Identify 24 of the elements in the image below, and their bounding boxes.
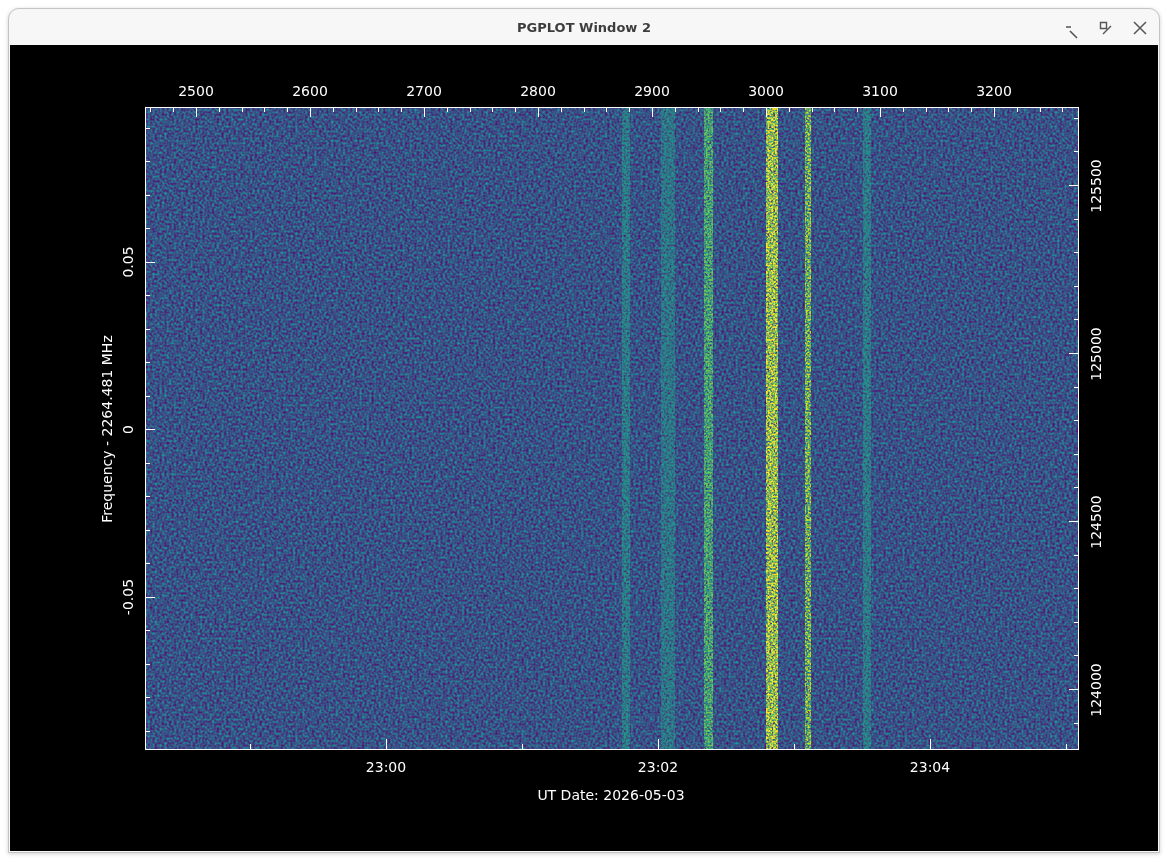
- axis-tick-label: 125500: [1088, 159, 1104, 213]
- axis-tick-label: 125000: [1088, 327, 1104, 381]
- axis-tick-label: 3100: [862, 83, 898, 99]
- axis-tick-label: 2600: [292, 83, 328, 99]
- axis-tick-label: -0.05: [120, 578, 136, 616]
- axis-tick-label: 0: [120, 425, 136, 434]
- axis-tick-label: 23:00: [365, 759, 407, 775]
- window-title: PGPLOT Window 2: [517, 19, 651, 35]
- maximize-icon: [1099, 21, 1113, 35]
- axis-tick-label: 124500: [1088, 495, 1104, 549]
- axis-tick-label: 2500: [178, 83, 214, 99]
- axis-tick-label: 2700: [406, 83, 442, 99]
- axis-tick-label: 0.05: [120, 246, 136, 278]
- close-icon: [1133, 21, 1147, 35]
- axis-tick-label: 124000: [1088, 663, 1104, 717]
- axis-tick-label: 3200: [976, 83, 1012, 99]
- axis-title: UT Date: 2026-05-03: [537, 787, 685, 803]
- axis-tick-label: 2900: [634, 83, 670, 99]
- axis-tick-label: 23:02: [637, 759, 679, 775]
- axis-tick-label: 3000: [748, 83, 784, 99]
- axis-tick-label: 2800: [520, 83, 556, 99]
- axis-title: Frequency - 2264.481 MHz: [99, 335, 115, 523]
- axis-tick-label: 23:04: [909, 759, 951, 775]
- minimize-icon: [1065, 25, 1079, 39]
